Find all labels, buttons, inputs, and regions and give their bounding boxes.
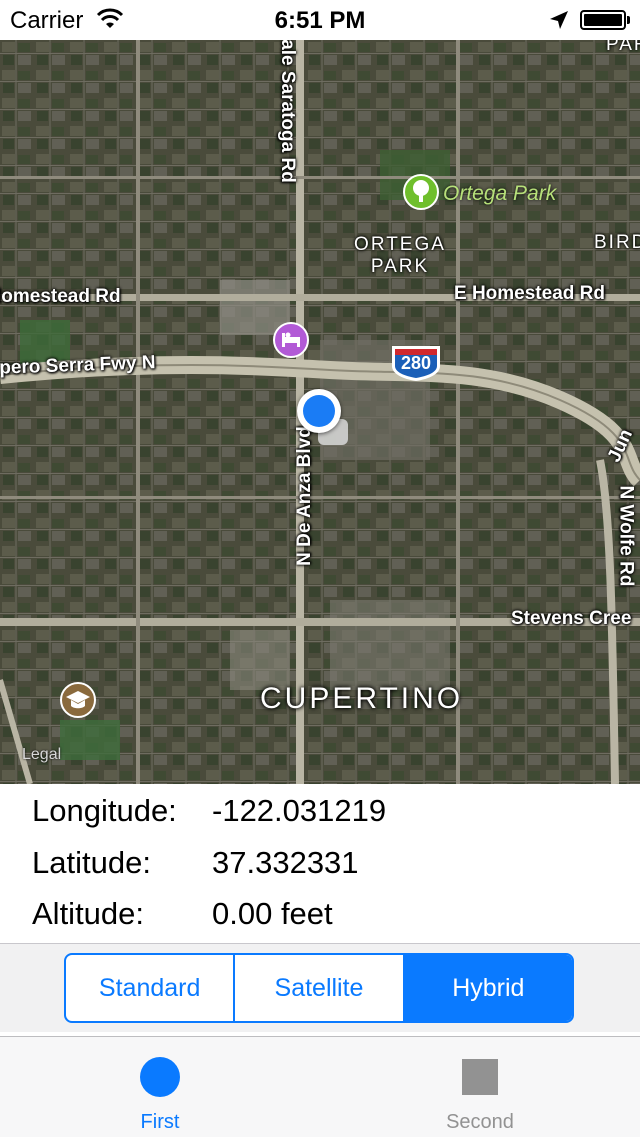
poi-label-ortega-park: Ortega Park xyxy=(443,182,557,205)
tab-first-label: First xyxy=(140,1111,180,1133)
park-icon[interactable] xyxy=(403,174,439,210)
road-label-homestead-east: E Homestead Rd xyxy=(454,283,605,304)
area-label-bird: BIRD xyxy=(594,232,640,253)
area-label-par: PAR xyxy=(606,40,640,55)
map-type-standard[interactable]: Standard xyxy=(66,955,236,1021)
user-location-dot-inner xyxy=(303,395,335,427)
road-label-homestead-west: lomestead Rd xyxy=(0,286,121,307)
area-label-ortega-park: ORTEGA PARK xyxy=(350,234,450,278)
tab-bar: First Second xyxy=(0,1036,640,1137)
circle-icon xyxy=(140,1057,180,1097)
battery-icon xyxy=(580,10,626,30)
square-icon xyxy=(462,1059,498,1095)
map-type-satellite[interactable]: Satellite xyxy=(235,955,405,1021)
map-type-segmented-control[interactable]: Standard Satellite Hybrid xyxy=(64,953,574,1023)
status-bar: Carrier 6:51 PM xyxy=(0,0,640,40)
tab-second-label: Second xyxy=(446,1111,514,1133)
interstate-shield-number: 280 xyxy=(400,353,432,373)
longitude-value: -122.031219 xyxy=(212,793,387,828)
map-type-hybrid[interactable]: Hybrid xyxy=(404,955,572,1021)
user-location-dot xyxy=(297,389,341,433)
location-arrow-icon xyxy=(550,11,568,29)
legal-link[interactable]: Legal xyxy=(22,746,61,764)
latitude-value: 37.332331 xyxy=(212,845,359,880)
map-view[interactable]: ale Saratoga Rd lomestead Rd E Homestead… xyxy=(0,40,640,784)
area-label-ortega-line2: PARK xyxy=(370,256,430,277)
road-label-saratoga: ale Saratoga Rd xyxy=(276,40,298,183)
tab-second[interactable]: Second xyxy=(320,1037,640,1137)
hotel-icon[interactable] xyxy=(273,322,309,358)
altitude-value: 0.00 feet xyxy=(212,896,333,931)
road-label-de-anza: N De Anza Blvd xyxy=(293,426,315,566)
tab-first[interactable]: First xyxy=(0,1037,320,1137)
latitude-label: Latitude: xyxy=(32,845,151,880)
altitude-label: Altitude: xyxy=(32,896,145,931)
city-label: CUPERTINO xyxy=(260,682,464,715)
school-icon[interactable] xyxy=(60,682,96,718)
battery-tip xyxy=(627,16,630,24)
road-label-wolfe: N Wolfe Rd xyxy=(615,485,637,587)
longitude-label: Longitude: xyxy=(32,793,177,828)
road-label-stevens-creek: Stevens Cree xyxy=(511,608,632,629)
status-time: 6:51 PM xyxy=(274,7,366,34)
area-label-ortega-line1: ORTEGA xyxy=(354,234,446,255)
